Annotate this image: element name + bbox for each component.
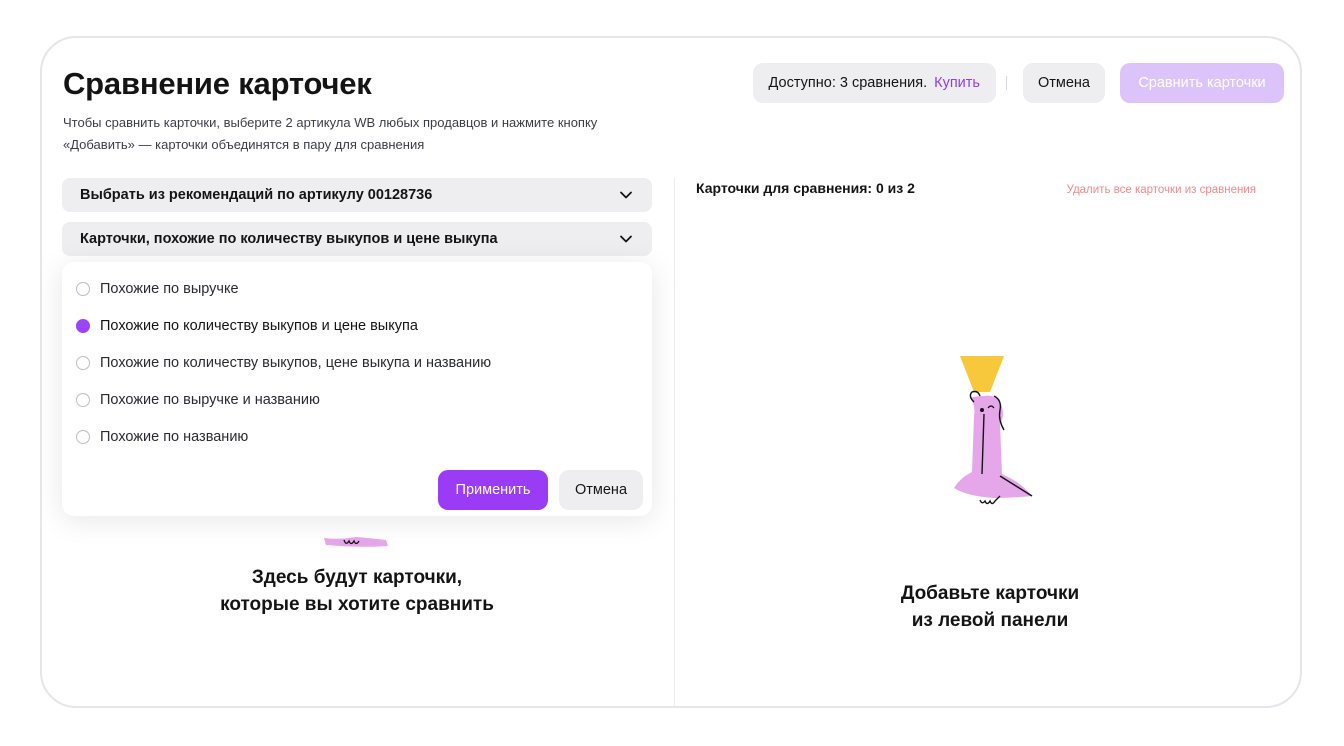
option-revenue[interactable]: Похожие по выручке xyxy=(76,277,239,301)
similarity-dropdown: Похожие по выручке Похожие по количеству… xyxy=(62,262,652,516)
option-buyouts-price[interactable]: Похожие по количеству выкупов и цене вык… xyxy=(76,314,418,338)
page-subtitle: Чтобы сравнить карточки, выберите 2 арти… xyxy=(63,112,663,156)
apply-button[interactable]: Применить xyxy=(438,470,548,510)
option-label: Похожие по выручке xyxy=(100,281,239,297)
subtitle-line-1: Чтобы сравнить карточки, выберите 2 арти… xyxy=(63,115,598,130)
top-actions: Доступно: 3 сравнения. Купить Отмена Сра… xyxy=(752,63,1284,103)
similarity-select[interactable]: Карточки, похожие по количеству выкупов … xyxy=(62,222,652,256)
radio-button[interactable] xyxy=(76,430,90,444)
option-buyouts-price-name[interactable]: Похожие по количеству выкупов, цене выку… xyxy=(76,351,491,375)
remove-all-link[interactable]: Удалить все карточки из сравнения xyxy=(1067,184,1256,196)
left-empty-line-1: Здесь будут карточки, xyxy=(251,567,463,588)
available-comparisons-text: Доступно: 3 сравнения. xyxy=(768,75,928,91)
option-label: Похожие по выручке и названию xyxy=(100,392,320,408)
radio-button[interactable] xyxy=(76,282,90,296)
recommendations-select-label: Выбрать из рекомендаций по артикулу 0012… xyxy=(80,187,433,203)
left-empty-state-text: Здесь будут карточки, которые вы хотите … xyxy=(62,564,652,618)
similarity-select-label: Карточки, похожие по количеству выкупов … xyxy=(80,231,498,247)
subtitle-line-2: «Добавить» — карточки объединятся в пару… xyxy=(63,137,425,152)
left-empty-line-2: которые вы хотите сравнить xyxy=(220,594,494,615)
divider xyxy=(1005,76,1007,90)
chevron-down-icon xyxy=(618,231,634,247)
option-label: Похожие по количеству выкупов и цене вык… xyxy=(100,318,418,334)
right-empty-state-text: Добавьте карточки из левой панели xyxy=(674,580,1300,634)
person-illustration xyxy=(914,354,1044,534)
chevron-down-icon xyxy=(618,187,634,203)
option-label: Похожие по количеству выкупов, цене выку… xyxy=(100,355,492,371)
radio-button[interactable] xyxy=(76,393,90,407)
right-panel: Карточки для сравнения: 0 из 2 Удалить в… xyxy=(674,178,1284,706)
compare-cards-button[interactable]: Сравнить карточки xyxy=(1120,63,1284,103)
page-title: Сравнение карточек xyxy=(63,66,372,101)
option-name[interactable]: Похожие по названию xyxy=(76,425,248,449)
right-empty-line-2: из левой панели xyxy=(911,610,1069,631)
radio-button-checked[interactable] xyxy=(76,319,90,333)
dropdown-cancel-button[interactable]: Отмена xyxy=(559,470,643,510)
radio-button[interactable] xyxy=(76,356,90,370)
cards-count-label: Карточки для сравнения: 0 из 2 xyxy=(696,180,915,196)
buy-link[interactable]: Купить xyxy=(934,75,980,91)
available-comparisons-badge: Доступно: 3 сравнения. Купить xyxy=(752,63,996,103)
option-label: Похожие по названию xyxy=(100,429,249,445)
option-revenue-name[interactable]: Похожие по выручке и названию xyxy=(76,388,320,412)
cancel-button[interactable]: Отмена xyxy=(1022,63,1105,103)
left-panel: Выбрать из рекомендаций по артикулу 0012… xyxy=(62,178,652,706)
right-empty-line-1: Добавьте карточки xyxy=(900,583,1080,604)
comparison-modal: Сравнение карточек Чтобы сравнить карточ… xyxy=(40,36,1302,708)
recommendations-select[interactable]: Выбрать из рекомендаций по артикулу 0012… xyxy=(62,178,652,212)
